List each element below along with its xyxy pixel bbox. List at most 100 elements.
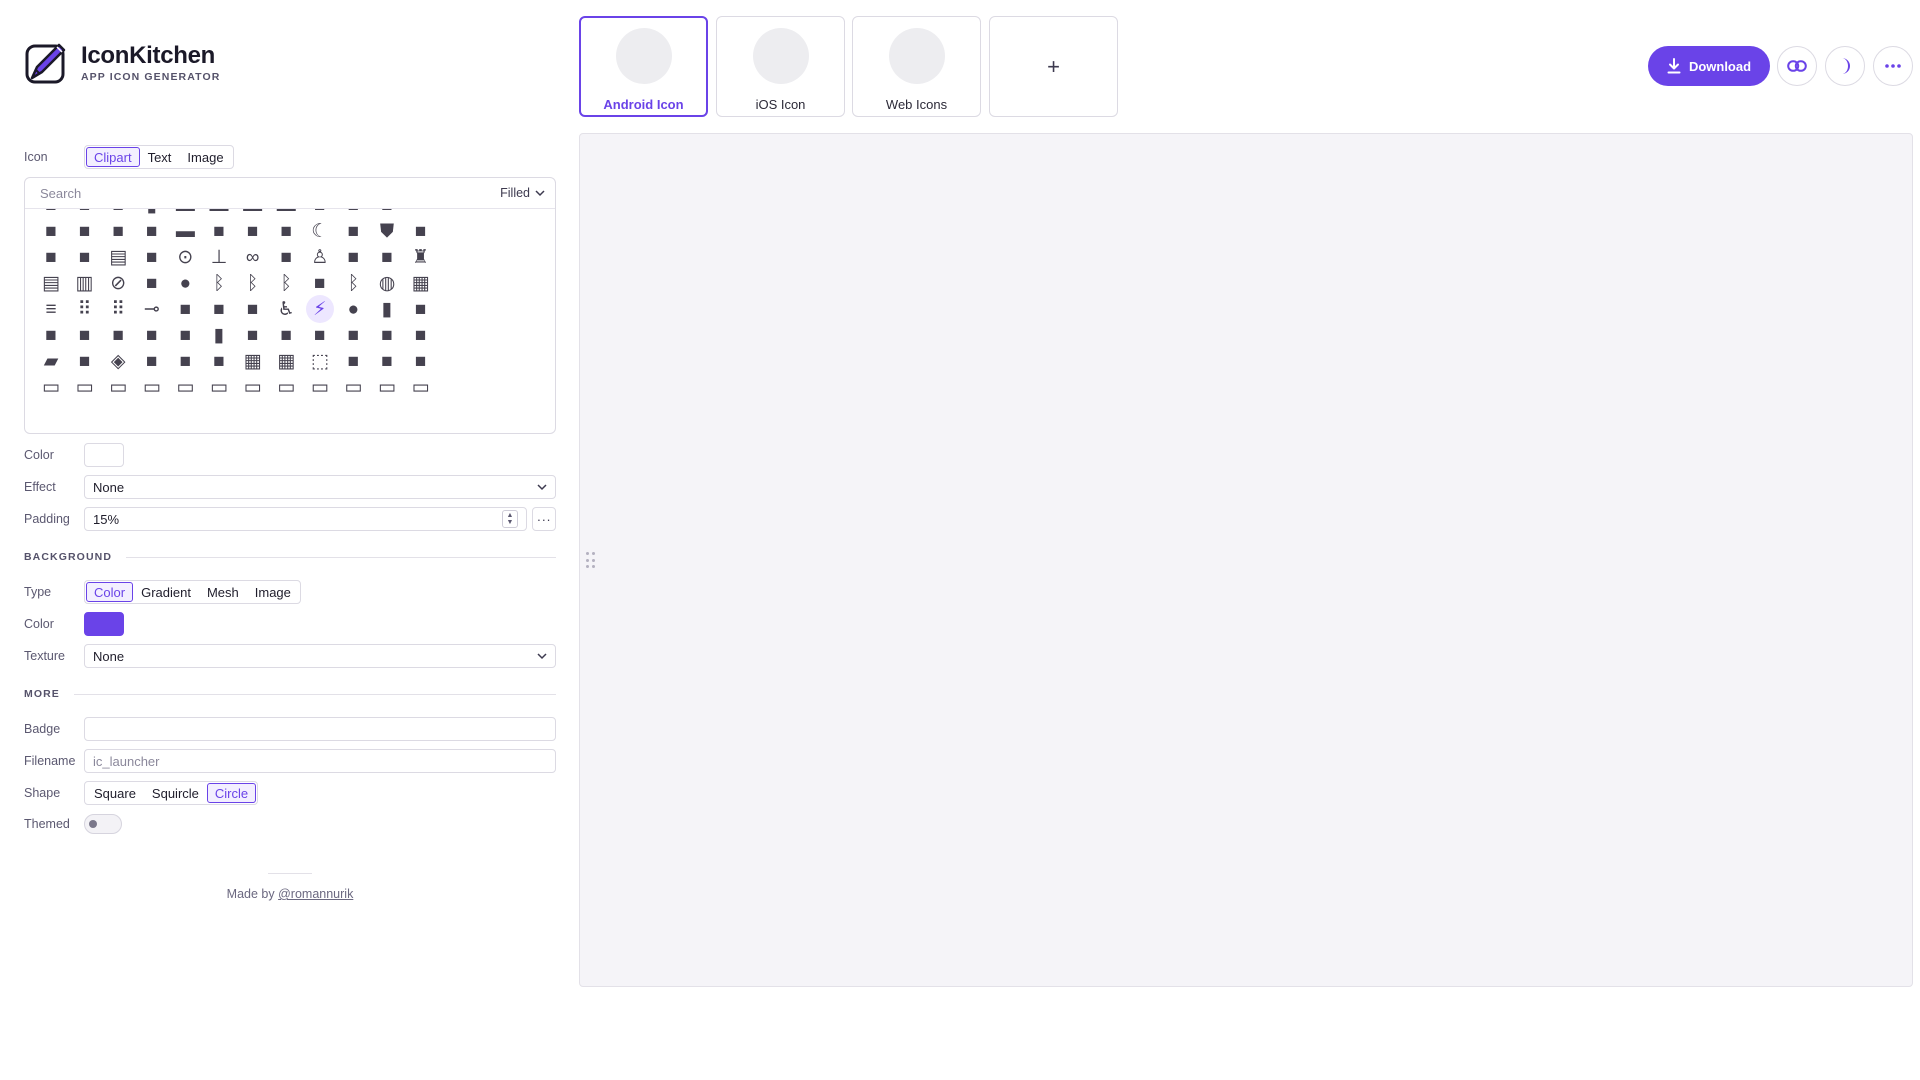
bookmark-flag-icon[interactable]: ■ [373,321,401,349]
bolt-icon[interactable]: ⚡ [305,295,334,323]
shape-squircle[interactable]: Squircle [144,783,207,803]
row-icon[interactable]: ▭ [272,373,300,401]
bar-chart-icon[interactable]: ▤ [104,243,132,271]
water-drop-icon[interactable]: ● [171,269,199,297]
bookmarks-icon[interactable]: ■ [171,347,199,375]
sunny-graph-icon[interactable]: ■ [138,269,166,297]
dots-grid-icon[interactable]: ⠿ [104,295,132,323]
tab-gradient[interactable]: Gradient [133,582,199,602]
bike-motor-icon[interactable]: ■ [272,243,300,271]
folder-icon[interactable]: ▰ [37,347,65,375]
book-icon[interactable]: ▮ [373,295,401,323]
book-a-icon[interactable]: ■ [37,321,65,349]
row-icon[interactable]: ▭ [339,373,367,401]
padding-more-button[interactable]: ··· [532,507,556,531]
blender-icon[interactable]: ■ [373,243,401,271]
border-h-icon[interactable]: ■ [373,347,401,375]
bookmark-check-icon[interactable]: ■ [272,321,300,349]
tab-clipart[interactable]: Clipart [86,147,140,167]
airline-seat-icon[interactable]: ■ [239,217,267,245]
row-icon[interactable]: ▭ [205,373,233,401]
battery-unknown-icon[interactable]: ■ [71,217,99,245]
battery-add-icon[interactable]: ■ [37,217,65,245]
more-menu-button[interactable] [1873,46,1913,86]
bars-icon[interactable]: ▤ [37,269,65,297]
row-icon[interactable]: ▭ [373,373,401,401]
border-clear-icon[interactable]: ⬚ [306,347,334,375]
border-all-icon[interactable]: ▦ [272,347,300,375]
bus-icon[interactable]: ■ [171,295,199,323]
bed-icon[interactable]: ▬ [171,217,199,245]
moon-icon[interactable]: ☾ [306,217,334,245]
accessible-icon[interactable]: ♿ [272,295,300,323]
bookmark-icon[interactable]: ▮ [205,321,233,349]
bookmark-star-icon[interactable]: ■ [138,347,166,375]
shape-circle[interactable]: Circle [206,783,257,803]
bookmark-filled-icon[interactable]: ■ [306,321,334,349]
beach-icon[interactable]: ⊥ [205,243,233,271]
hiker-icon[interactable]: ♜ [407,243,435,271]
car-icon[interactable]: ■ [306,269,334,297]
tab-image[interactable]: Image [179,147,231,167]
book-open-icon[interactable]: ■ [407,295,435,323]
row-icon[interactable]: ▭ [37,373,65,401]
foreground-color-swatch[interactable] [84,443,124,467]
battery-horizontal-icon[interactable]: ■ [104,217,132,245]
add-target-button[interactable]: + [989,16,1118,117]
target-ios[interactable]: iOS Icon [716,16,845,117]
border-pen-icon[interactable]: ■ [339,347,367,375]
tab-color[interactable]: Color [86,582,134,602]
building-icon[interactable]: ▥ [71,269,99,297]
tab-bg-image[interactable]: Image [247,582,299,602]
row-icon[interactable]: ▭ [239,373,267,401]
reading-icon[interactable]: ■ [171,321,199,349]
row-icon[interactable]: ▭ [306,373,334,401]
bluetooth-connected-icon[interactable]: ᛒ [239,269,267,297]
row-icon[interactable]: ▭ [104,373,132,401]
clipart-search-input[interactable] [40,185,501,201]
bed-box-icon[interactable]: ■ [272,217,300,245]
stepper-down-icon[interactable]: ▼ [507,519,514,526]
bookmark-heart-icon[interactable]: ■ [407,321,435,349]
padding-stepper[interactable]: ▲ ▼ [502,510,518,528]
flag-icon[interactable]: ■ [71,347,99,375]
speed-icon[interactable]: ≡ [37,295,65,323]
microscope-icon[interactable]: ♙ [306,243,334,271]
tab-text[interactable]: Text [140,147,180,167]
copy-link-button[interactable] [1777,46,1817,86]
badge-input[interactable] [84,717,556,741]
book-timer-icon[interactable]: ■ [205,347,233,375]
bookmark-checked-icon[interactable]: ■ [339,321,367,349]
icon-style-select[interactable]: Filled [500,186,545,200]
book-cover-icon[interactable]: ■ [71,321,99,349]
atlas-icon[interactable]: ■ [138,321,166,349]
apps-grid-icon[interactable]: ▦ [239,347,267,375]
target-web[interactable]: Web Icons [852,16,981,117]
blast-icon[interactable]: ■ [239,295,267,323]
no-image-icon[interactable]: ■ [138,243,166,271]
blur-off-icon[interactable]: ⠿ [71,295,99,323]
no-signal-icon[interactable]: ■ [138,217,166,245]
background-color-swatch[interactable] [84,612,124,636]
apartment-icon[interactable]: ■ [71,243,99,271]
sync-cloud-icon[interactable]: ■ [407,217,435,245]
layers-icon[interactable]: ◈ [104,347,132,375]
download-button[interactable]: Download [1648,46,1770,86]
row-icon[interactable]: ▭ [171,373,199,401]
bluetooth-search-icon[interactable]: ᛒ [339,269,367,297]
blur-circle-icon[interactable]: ◍ [373,269,401,297]
block-icon[interactable]: ⊘ [104,269,132,297]
shape-square[interactable]: Square [86,783,144,803]
target-android[interactable]: Android Icon [579,16,708,117]
padding-input[interactable]: 15% ▲ ▼ [84,507,527,531]
antenna-icon[interactable]: ⊙ [171,243,199,271]
bookmark-add-icon[interactable]: ■ [239,321,267,349]
stepper-up-icon[interactable]: ▲ [507,512,514,519]
texture-select[interactable]: None [84,644,556,668]
bus-alert-icon[interactable]: ■ [205,295,233,323]
row-icon[interactable]: ▭ [71,373,99,401]
bomb-icon[interactable]: ● [339,295,367,323]
toggle-off-icon[interactable]: ⊸ [138,295,166,323]
theme-toggle-button[interactable] [1825,46,1865,86]
nights-off-icon[interactable]: ■ [339,217,367,245]
